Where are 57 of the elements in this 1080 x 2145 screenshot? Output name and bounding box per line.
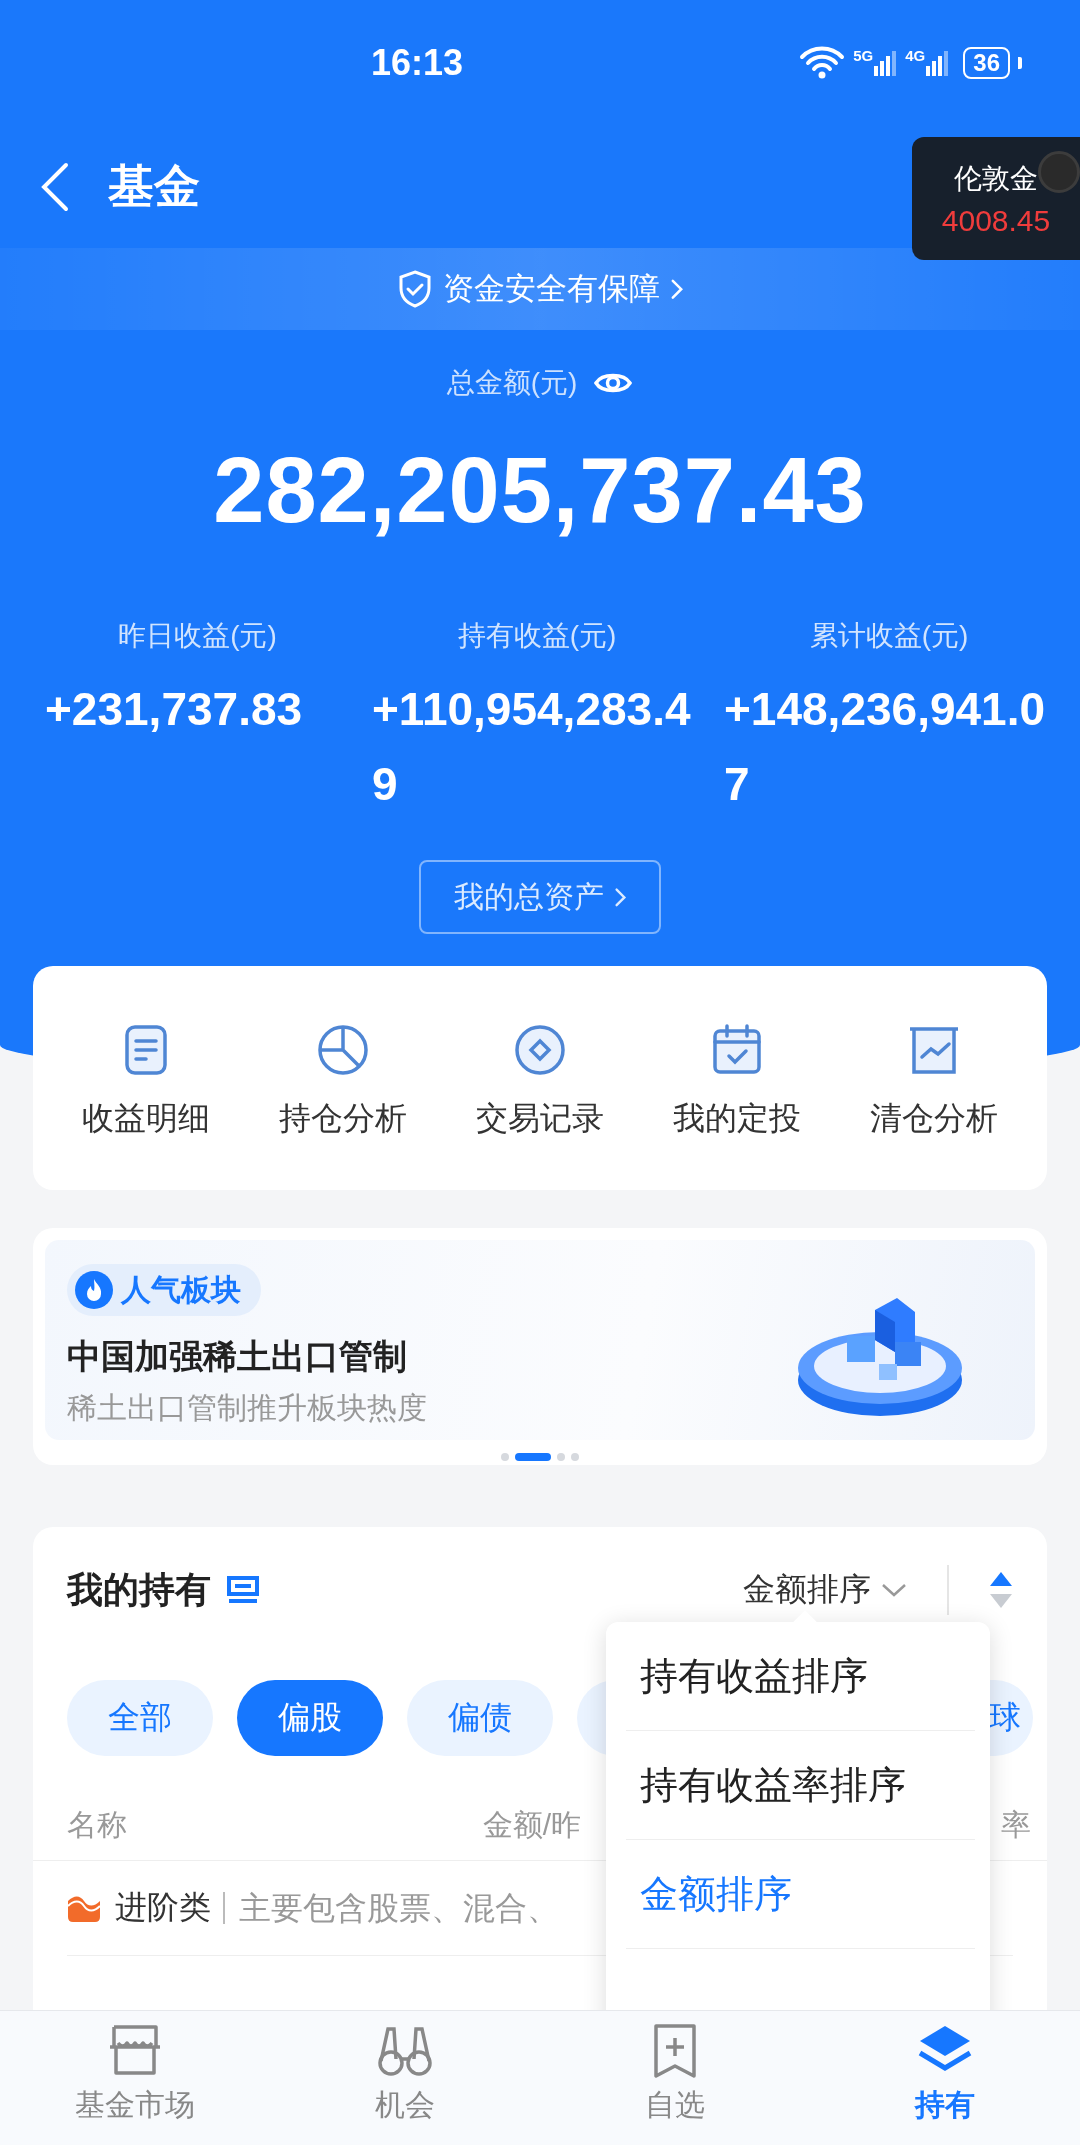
screen-icon[interactable] <box>225 1574 261 1606</box>
battery-indicator: 36 <box>963 46 1010 79</box>
security-banner[interactable]: 资金安全有保障 <box>0 248 1080 330</box>
chevron-right-icon <box>613 886 627 908</box>
category-name: 进阶类 <box>115 1888 211 1927</box>
ticker-widget[interactable]: 伦敦金 4008.45 <box>912 137 1080 260</box>
stat-value: +231,737.83 <box>45 682 304 737</box>
chevron-right-icon <box>669 277 684 301</box>
shortcut-label[interactable]: 清仓分析 <box>870 1098 999 1138</box>
clock: 16:13 <box>371 41 464 84</box>
ticker-name: 伦敦金 <box>954 161 1038 196</box>
sort-option[interactable]: 持有收益排序 <box>626 1622 975 1731</box>
page-dot[interactable] <box>501 1453 509 1461</box>
column-header: 金额/昨 <box>482 1806 581 1843</box>
shortcut-label[interactable]: 持仓分析 <box>278 1098 407 1138</box>
shortcut-label[interactable]: 收益明细 <box>81 1098 210 1138</box>
stat-label: 昨日收益(元) <box>117 619 278 653</box>
promo-subtitle: 稀土出口管制推升板块热度 <box>67 1390 428 1426</box>
nav-tab[interactable]: 自选 <box>540 2011 810 2145</box>
security-text: 资金安全有保障 <box>442 270 660 308</box>
page-dot[interactable] <box>557 1453 565 1461</box>
wifi-icon <box>799 45 846 80</box>
stat-label: 持有收益(元) <box>456 619 618 653</box>
total-amount-label: 总金额(元) <box>446 366 578 400</box>
filter-chip[interactable]: 全部 <box>67 1680 213 1756</box>
shortcut-label[interactable]: 交易记录 <box>476 1098 604 1138</box>
diamond-circle-icon <box>512 1022 568 1078</box>
stat-value: +110,954,283.49 <box>372 682 692 812</box>
filter-chip[interactable]: 偏债 <box>407 1680 553 1756</box>
category-description: 主要包含股票、混合、 <box>223 1892 559 1924</box>
nav-tab[interactable]: 机会 <box>270 2011 540 2145</box>
shortcut-label[interactable]: 我的定投 <box>673 1098 802 1138</box>
floating-ball-icon <box>1038 151 1080 193</box>
sort-option[interactable]: 持有收益率排序 <box>626 1731 975 1840</box>
promo-title: 中国加强稀土出口管制 <box>67 1336 408 1377</box>
total-assets-button[interactable]: 我的总资产 <box>419 860 661 934</box>
promo-card[interactable]: 人气板块 中国加强稀土出口管制 稀土出口管制推升板块热度 <box>33 1228 1047 1465</box>
sort-dropdown[interactable]: 金额排序 <box>743 1568 907 1612</box>
stat-value: +148,236,941.07 <box>724 682 1047 812</box>
network-label: 4G <box>905 47 926 63</box>
page-title: 基金 <box>108 158 200 214</box>
flame-icon <box>75 1271 113 1309</box>
total-amount: 282,205,737.43 <box>212 438 868 543</box>
network-label: 5G <box>853 47 874 63</box>
nav-tab[interactable]: 持有 <box>810 2011 1080 2145</box>
filter-chip[interactable]: 偏股 <box>237 1680 383 1756</box>
section-title: 我的持有 <box>67 1567 211 1612</box>
hot-sector-tag: 人气板块 <box>67 1264 261 1316</box>
page-dot[interactable] <box>571 1453 579 1461</box>
nav-tab[interactable]: 基金市场 <box>0 2011 270 2145</box>
ticker-price: 4008.45 <box>941 203 1051 238</box>
sort-order-icon[interactable] <box>989 1570 1013 1610</box>
sort-option[interactable]: 金额排序 <box>626 1840 975 1949</box>
stat-label: 累计收益(元) <box>808 619 970 653</box>
column-header: 率 <box>1001 1806 1031 1843</box>
column-header: 名称 <box>67 1806 127 1843</box>
chevron-down-icon <box>881 1582 907 1598</box>
